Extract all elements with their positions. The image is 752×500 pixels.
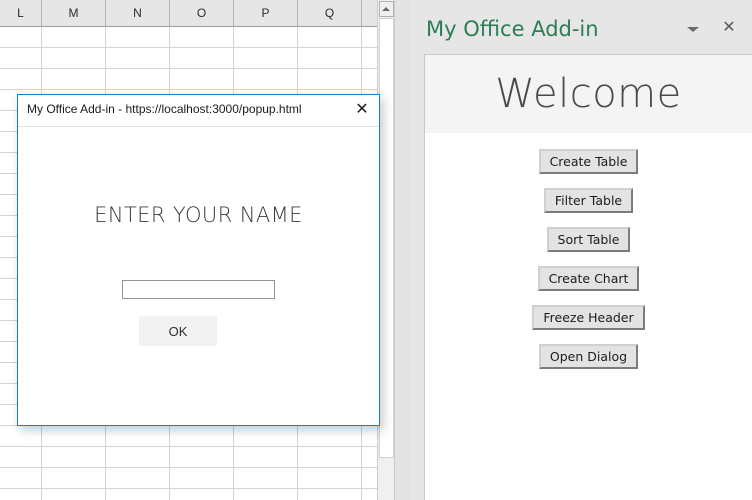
chevron-down-icon[interactable] bbox=[684, 20, 702, 38]
ok-button[interactable]: OK bbox=[139, 316, 217, 346]
column-header-o[interactable]: O bbox=[170, 0, 234, 26]
worksheet-cell[interactable] bbox=[42, 447, 106, 467]
worksheet-cell[interactable] bbox=[106, 426, 170, 446]
worksheet-row bbox=[0, 468, 394, 489]
worksheet-cell[interactable] bbox=[106, 489, 170, 500]
worksheet-cell[interactable] bbox=[170, 468, 234, 488]
worksheet-cell[interactable] bbox=[234, 447, 298, 467]
worksheet-cell[interactable] bbox=[298, 69, 362, 89]
worksheet-cell[interactable] bbox=[0, 489, 42, 500]
column-header-m[interactable]: M bbox=[42, 0, 106, 26]
open-dialog-button[interactable]: Open Dialog bbox=[538, 344, 639, 369]
worksheet-cell[interactable] bbox=[42, 69, 106, 89]
worksheet-cell[interactable] bbox=[234, 48, 298, 68]
worksheet-cell[interactable] bbox=[298, 468, 362, 488]
name-input[interactable] bbox=[122, 280, 275, 299]
worksheet-cell[interactable] bbox=[234, 468, 298, 488]
worksheet-cell[interactable] bbox=[106, 48, 170, 68]
worksheet-cell[interactable] bbox=[42, 426, 106, 446]
worksheet-cell[interactable] bbox=[0, 69, 42, 89]
worksheet-row bbox=[0, 69, 394, 90]
create-chart-button[interactable]: Create Chart bbox=[537, 266, 640, 291]
worksheet-cell[interactable] bbox=[298, 48, 362, 68]
triangle-up-icon[interactable] bbox=[378, 1, 394, 17]
freeze-header-button[interactable]: Freeze Header bbox=[532, 305, 645, 330]
worksheet-cell[interactable] bbox=[170, 426, 234, 446]
dialog-titlebar: My Office Add-in - https://localhost:300… bbox=[18, 95, 379, 127]
scrollbar-thumb[interactable] bbox=[378, 18, 394, 458]
worksheet-cell[interactable] bbox=[170, 447, 234, 467]
column-header-row: LMNOPQ bbox=[0, 0, 394, 27]
dialog-title: My Office Add-in - https://localhost:300… bbox=[27, 102, 302, 116]
worksheet-cell[interactable] bbox=[234, 489, 298, 500]
close-icon[interactable]: ✕ bbox=[718, 16, 740, 38]
popup-dialog: My Office Add-in - https://localhost:300… bbox=[17, 94, 380, 426]
worksheet-cell[interactable] bbox=[106, 447, 170, 467]
worksheet-cell[interactable] bbox=[170, 69, 234, 89]
welcome-heading: Welcome bbox=[495, 71, 682, 117]
worksheet-cell[interactable] bbox=[42, 468, 106, 488]
worksheet-cell[interactable] bbox=[0, 48, 42, 68]
worksheet-cell[interactable] bbox=[170, 27, 234, 47]
worksheet-cell[interactable] bbox=[106, 27, 170, 47]
worksheet-cell[interactable] bbox=[0, 447, 42, 467]
worksheet-cell[interactable] bbox=[170, 48, 234, 68]
column-header-l[interactable]: L bbox=[0, 0, 42, 26]
taskpane-title: My Office Add-in bbox=[426, 17, 599, 41]
dialog-body: ENTER YOUR NAME OK bbox=[18, 127, 379, 425]
worksheet-row bbox=[0, 426, 394, 447]
close-icon[interactable]: ✕ bbox=[349, 97, 375, 123]
worksheet-cell[interactable] bbox=[42, 489, 106, 500]
worksheet-cell[interactable] bbox=[170, 489, 234, 500]
worksheet-cell[interactable] bbox=[42, 27, 106, 47]
column-header-q[interactable]: Q bbox=[298, 0, 362, 26]
worksheet-cell[interactable] bbox=[234, 27, 298, 47]
worksheet-row bbox=[0, 48, 394, 69]
create-table-button[interactable]: Create Table bbox=[538, 149, 639, 174]
dialog-heading: ENTER YOUR NAME bbox=[94, 203, 303, 227]
worksheet-cell[interactable] bbox=[0, 27, 42, 47]
column-header-p[interactable]: P bbox=[234, 0, 298, 26]
worksheet-cell[interactable] bbox=[234, 69, 298, 89]
worksheet-cell[interactable] bbox=[298, 426, 362, 446]
scrollbar-gutter bbox=[394, 0, 410, 500]
taskpane-button-list: Create Table Filter Table Sort Table Create… bbox=[425, 133, 752, 383]
column-header-n[interactable]: N bbox=[106, 0, 170, 26]
worksheet-cell[interactable] bbox=[42, 48, 106, 68]
taskpane: My Office Add-in ✕ Welcome Create Table F… bbox=[410, 0, 752, 500]
worksheet-row bbox=[0, 27, 394, 48]
app-root: LMNOPQ My Office Add-in - https://localh… bbox=[0, 0, 752, 500]
worksheet-row bbox=[0, 489, 394, 500]
worksheet-cell[interactable] bbox=[106, 69, 170, 89]
taskpane-header: My Office Add-in ✕ bbox=[410, 0, 752, 54]
worksheet-cell[interactable] bbox=[234, 426, 298, 446]
worksheet-cell[interactable] bbox=[298, 27, 362, 47]
sort-table-button[interactable]: Sort Table bbox=[546, 227, 631, 252]
worksheet-cell[interactable] bbox=[0, 426, 42, 446]
welcome-banner: Welcome bbox=[425, 55, 752, 133]
filter-table-button[interactable]: Filter Table bbox=[543, 188, 634, 213]
taskpane-body: Welcome Create Table Filter Table Sort Tab… bbox=[424, 54, 752, 500]
worksheet-cell[interactable] bbox=[298, 489, 362, 500]
worksheet-cell[interactable] bbox=[106, 468, 170, 488]
worksheet-cell[interactable] bbox=[298, 447, 362, 467]
worksheet-row bbox=[0, 447, 394, 468]
worksheet-cell[interactable] bbox=[0, 468, 42, 488]
